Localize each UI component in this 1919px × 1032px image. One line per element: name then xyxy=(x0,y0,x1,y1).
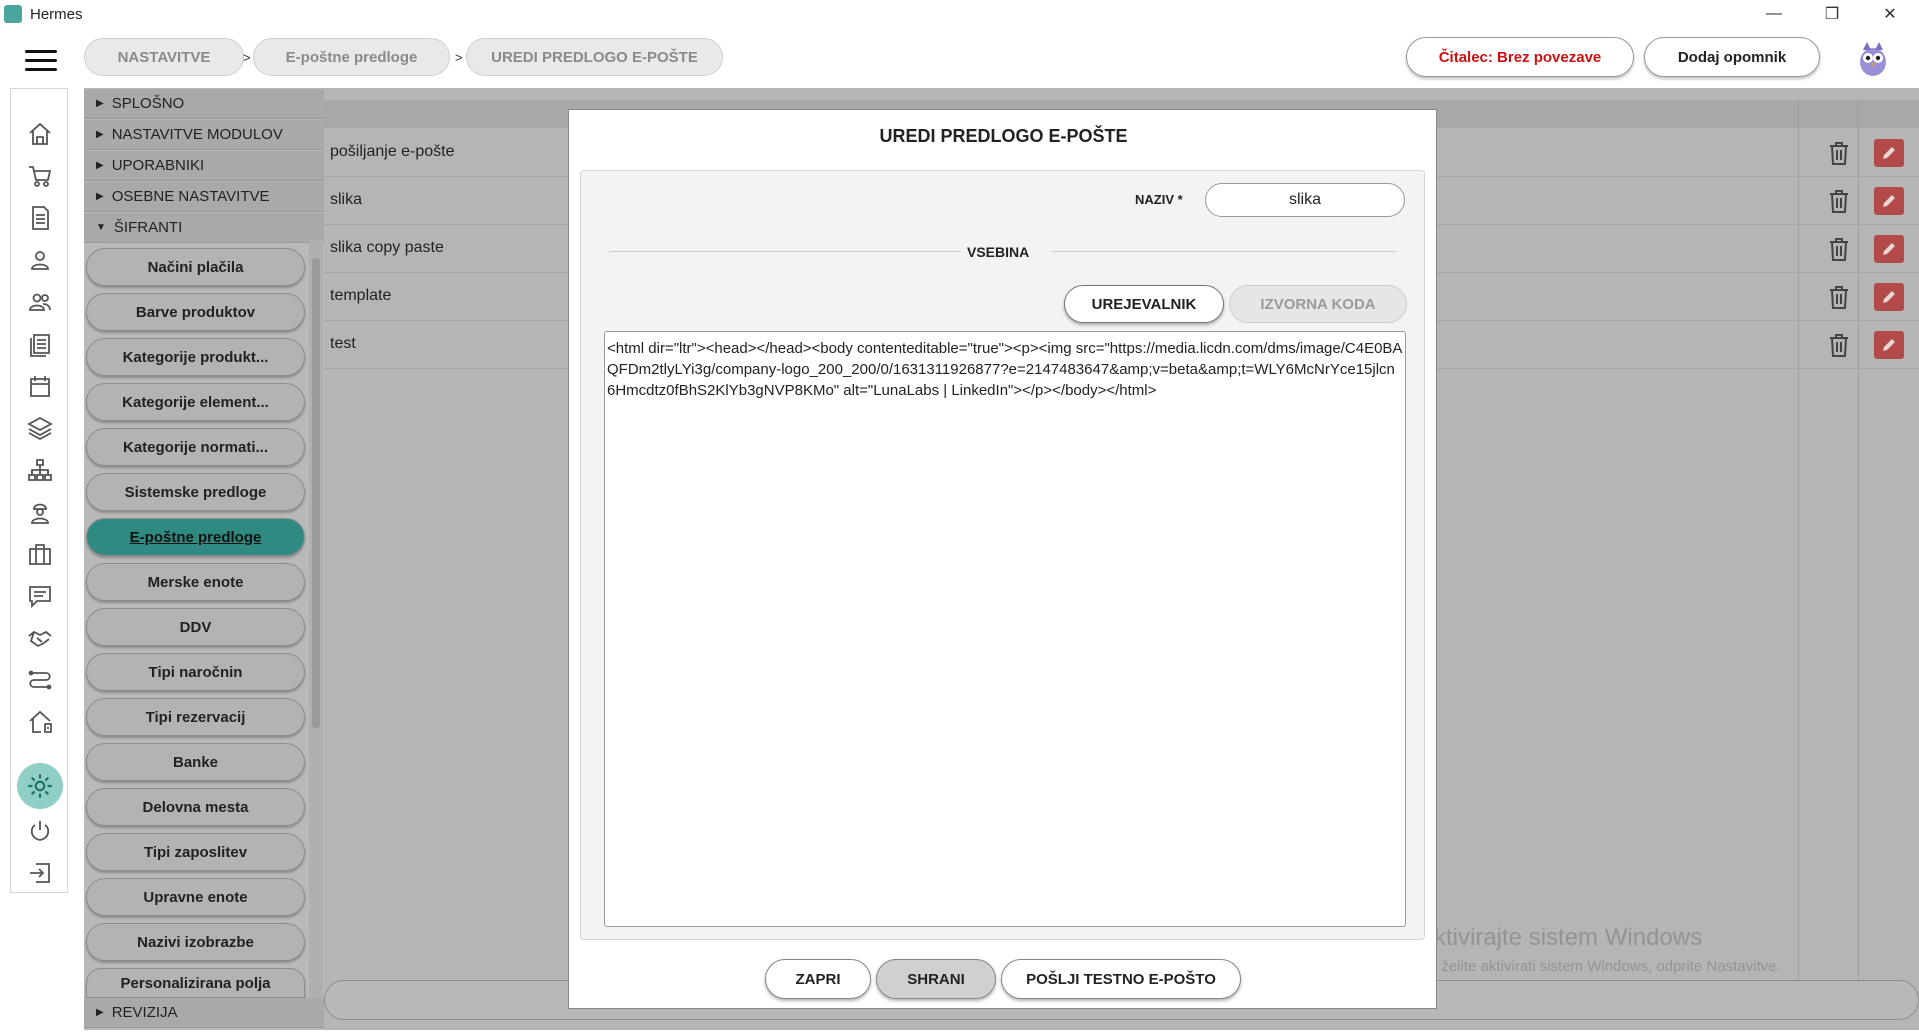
sidebar-item-employment-types[interactable]: Tipi zaposlitev xyxy=(86,833,305,871)
tab-source-code[interactable]: IZVORNA KODA xyxy=(1229,285,1407,323)
scrollbar-thumb[interactable] xyxy=(312,258,320,728)
template-name: pošiljanje e-pošte xyxy=(330,143,455,160)
name-label: NAZIV * xyxy=(1135,192,1183,207)
user-icon[interactable] xyxy=(25,245,55,275)
power-icon[interactable] xyxy=(25,816,55,846)
sidebar-item-vat[interactable]: DDV xyxy=(86,608,305,646)
template-name: template xyxy=(330,287,392,304)
dialog-panel: NAZIV * slika VSEBINA UREJEVALNIK IZVORN… xyxy=(580,170,1425,940)
section-codebooks[interactable]: ▼ ŠIFRANTI xyxy=(84,213,324,243)
title-bar: Hermes — ❐ ✕ xyxy=(0,0,1919,28)
trash-icon[interactable] xyxy=(1826,235,1852,263)
message-icon[interactable] xyxy=(25,581,55,611)
template-name: slika copy paste xyxy=(330,239,444,256)
pencil-icon xyxy=(1883,195,1895,207)
document-icon[interactable] xyxy=(25,203,55,233)
hamburger-menu-icon[interactable] xyxy=(25,50,57,72)
edit-button[interactable] xyxy=(1874,235,1904,263)
trash-icon[interactable] xyxy=(1826,139,1852,167)
windows-activation-watermark: Aktivirajte sistem Windows xyxy=(1418,924,1703,951)
avatar-owl-icon[interactable] xyxy=(1853,38,1893,78)
close-button[interactable]: ZAPRI xyxy=(765,959,871,999)
edit-button[interactable] xyxy=(1874,283,1904,311)
sidebar-item-email-templates[interactable]: E-poštne predloge xyxy=(86,518,305,556)
pencil-icon xyxy=(1883,147,1895,159)
sidebar-item-education-titles[interactable]: Nazivi izobrazbe xyxy=(86,923,305,961)
breadcrumb-separator: > xyxy=(455,50,463,65)
pencil-icon xyxy=(1883,243,1895,255)
edit-button[interactable] xyxy=(1874,331,1904,359)
maximize-button[interactable]: ❐ xyxy=(1803,0,1861,28)
edit-template-dialog: UREDI PREDLOGO E-POŠTE NAZIV * slika VSE… xyxy=(568,109,1437,1009)
section-general[interactable]: ▶ SPLOŠNO xyxy=(84,89,324,119)
sidebar-item-units[interactable]: Merske enote xyxy=(86,563,305,601)
app-logo-icon xyxy=(4,5,22,23)
section-personal-settings[interactable]: ▶ OSEBNE NASTAVITVE xyxy=(84,182,324,212)
divider xyxy=(1051,251,1397,252)
pencil-icon xyxy=(1883,291,1895,303)
trash-icon[interactable] xyxy=(1826,187,1852,215)
add-reminder-button[interactable]: Dodaj opomnik xyxy=(1644,37,1820,77)
template-name: slika xyxy=(330,191,363,208)
dialog-title: UREDI PREDLOGO E-POŠTE xyxy=(879,126,1128,146)
worker-icon[interactable] xyxy=(25,497,55,527)
sidebar-item-reservation-types[interactable]: Tipi rezervacij xyxy=(86,698,305,736)
breadcrumb-settings[interactable]: NASTAVITVE xyxy=(84,38,244,76)
sidebar-item-element-categories[interactable]: Kategorije element... xyxy=(86,383,305,421)
tab-editor[interactable]: UREJEVALNIK xyxy=(1064,285,1224,323)
trash-icon[interactable] xyxy=(1826,283,1852,311)
sitemap-icon[interactable] xyxy=(25,455,55,485)
source-code-textarea[interactable]: <html dir="ltr"><head></head><body conte… xyxy=(604,331,1406,927)
list-icon[interactable] xyxy=(25,329,55,359)
minimize-button[interactable]: — xyxy=(1745,0,1803,28)
windows-activation-hint: Če želite aktivirati sistem Windows, odp… xyxy=(1418,958,1781,975)
section-users[interactable]: ▶ UPORABNIKI xyxy=(84,151,324,181)
edit-button[interactable] xyxy=(1874,139,1904,167)
settings-gear-icon[interactable] xyxy=(17,763,63,809)
users-icon[interactable] xyxy=(25,287,55,317)
divider xyxy=(609,251,961,252)
sidebar-item-system-templates[interactable]: Sistemske predloge xyxy=(86,473,305,511)
sidebar-item-banks[interactable]: Banke xyxy=(86,743,305,781)
sidebar-scrollbar[interactable] xyxy=(309,240,323,1000)
home-icon[interactable] xyxy=(25,119,55,149)
breadcrumb-email-templates[interactable]: E-poštne predloge xyxy=(253,38,450,76)
handshake-icon[interactable] xyxy=(25,623,55,653)
top-bar: NASTAVITVE > E-poštne predloge > UREDI P… xyxy=(0,28,1919,88)
send-test-email-button[interactable]: POŠLJI TESTNO E-POŠTO xyxy=(1001,959,1241,999)
trash-icon[interactable] xyxy=(1826,331,1852,359)
save-button[interactable]: SHRANI xyxy=(876,959,996,999)
cart-icon[interactable] xyxy=(25,161,55,191)
briefcase-icon[interactable] xyxy=(25,539,55,569)
sidebar-item-custom-fields[interactable]: Personalizirana polja xyxy=(86,968,305,998)
sidebar-item-product-colors[interactable]: Barve produktov xyxy=(86,293,305,331)
name-input[interactable]: slika xyxy=(1205,183,1405,217)
logout-icon[interactable] xyxy=(25,858,55,888)
sidebar-item-admin-units[interactable]: Upravne enote xyxy=(86,878,305,916)
breadcrumb-edit-template[interactable]: UREDI PREDLOGO E-POŠTE xyxy=(466,38,723,76)
sidebar-item-product-categories[interactable]: Kategorije produkt... xyxy=(86,338,305,376)
close-window-button[interactable]: ✕ xyxy=(1861,0,1919,28)
template-name: test xyxy=(330,335,356,352)
calendar-icon[interactable] xyxy=(25,371,55,401)
sidebar-item-work-positions[interactable]: Delovna mesta xyxy=(86,788,305,826)
window-title: Hermes xyxy=(30,5,83,23)
breadcrumb-separator: > xyxy=(243,50,251,65)
sidebar-item-subscription-types[interactable]: Tipi naročnin xyxy=(86,653,305,691)
route-icon[interactable] xyxy=(25,665,55,695)
sidebar-item-norm-categories[interactable]: Kategorije normati... xyxy=(86,428,305,466)
layers-icon[interactable] xyxy=(25,413,55,443)
section-revision[interactable]: ▶ REVIZIJA xyxy=(84,998,324,1028)
reader-status-button[interactable]: Čitalec: Brez povezave xyxy=(1406,37,1634,77)
settings-sidebar: ▶ SPLOŠNO ▶ NASTAVITVE MODULOV ▶ UPORABNIKI… xyxy=(84,88,324,1030)
icon-rail xyxy=(10,88,68,893)
pencil-icon xyxy=(1883,339,1895,351)
edit-button[interactable] xyxy=(1874,187,1904,215)
content-label: VSEBINA xyxy=(967,244,1030,260)
sidebar-item-payment-methods[interactable]: Načini plačila xyxy=(86,248,305,286)
section-module-settings[interactable]: ▶ NASTAVITVE MODULOV xyxy=(84,120,324,150)
home-settings-icon[interactable] xyxy=(25,707,55,737)
